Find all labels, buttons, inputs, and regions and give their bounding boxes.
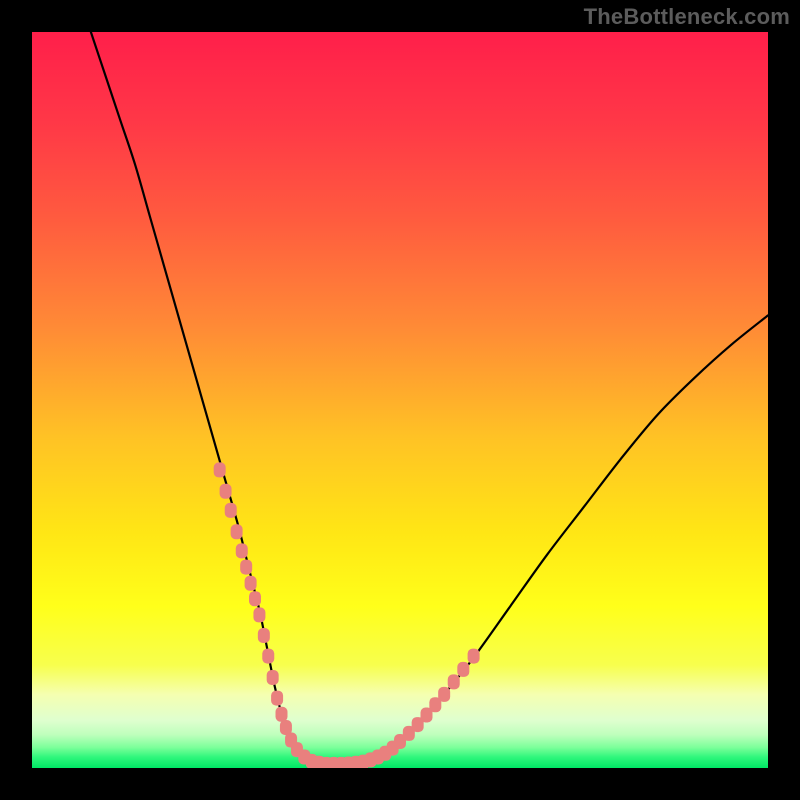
data-marker [240,560,252,575]
data-marker [253,607,265,622]
data-marker [258,628,270,643]
data-marker [249,591,261,606]
data-marker [231,524,243,539]
data-marker [220,484,232,499]
data-marker [262,649,274,664]
data-markers [32,32,768,768]
data-marker [468,649,480,664]
data-marker [457,662,469,677]
data-marker [245,576,257,591]
data-marker [236,543,248,558]
plot-area [32,32,768,768]
data-marker [225,503,237,518]
outer-frame: TheBottleneck.com [0,0,800,800]
data-marker [438,687,450,702]
data-marker [271,691,283,706]
data-marker [267,670,279,685]
data-marker [448,674,460,689]
data-marker [214,462,226,477]
data-marker [276,707,288,722]
watermark-text: TheBottleneck.com [584,4,790,30]
